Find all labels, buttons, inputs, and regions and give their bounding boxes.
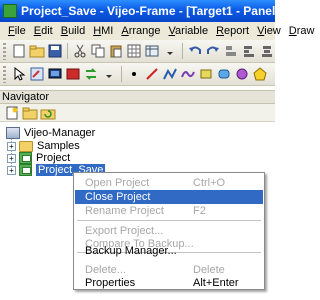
drawing-toolbar: A	[0, 63, 275, 86]
paste-icon[interactable]	[108, 43, 124, 59]
align-center-icon[interactable]	[259, 43, 275, 59]
toolbar-separator	[182, 43, 183, 59]
line-tool-icon[interactable]	[144, 66, 160, 82]
menu-draw[interactable]: Draw	[285, 25, 319, 37]
menu-hmi[interactable]: HMI	[89, 25, 117, 37]
menu-item-shortcut: Delete	[193, 264, 225, 276]
expand-icon[interactable]: +	[7, 165, 16, 175]
table-icon[interactable]	[144, 43, 160, 59]
redo-icon[interactable]	[205, 43, 221, 59]
new-file-icon[interactable]	[11, 43, 27, 59]
menu-item-label: Backup Manager...	[85, 245, 177, 257]
menu-item-label: Delete...	[85, 264, 126, 276]
undo-icon[interactable]	[187, 43, 203, 59]
menu-item-shortcut: F2	[193, 205, 206, 217]
menu-item-label: Open Project	[85, 177, 150, 189]
menu-variable[interactable]: Variable	[165, 25, 213, 37]
toolbar-separator	[67, 43, 68, 59]
menu-item-label: Properties	[85, 277, 136, 289]
align-left-icon[interactable]	[241, 43, 257, 59]
copy-icon[interactable]	[90, 43, 106, 59]
navigator-title: Navigator	[0, 90, 275, 104]
dropdown-arrow-icon[interactable]	[101, 66, 117, 82]
standard-toolbar	[0, 40, 275, 63]
cut-icon[interactable]	[72, 43, 88, 59]
refresh-folder-icon[interactable]	[40, 105, 56, 121]
red-object-icon[interactable]	[65, 66, 81, 82]
toolbar-grip[interactable]	[3, 65, 6, 83]
menu-item-close-project[interactable]: Close Project	[75, 190, 263, 204]
window-titlebar[interactable]: Project_Save - Vijeo-Frame - [Target1 - …	[0, 0, 275, 22]
window-title: Project_Save - Vijeo-Frame - [Target1 - …	[21, 4, 275, 18]
menu-item-open-project[interactable]: Open Project Ctrl+O	[75, 176, 263, 190]
menu-bar: File Edit Build HMI Arrange Variable Rep…	[0, 22, 314, 40]
workstation-icon	[6, 127, 20, 139]
save-icon[interactable]	[47, 43, 63, 59]
polyline-tool-icon[interactable]	[162, 66, 178, 82]
dropdown-arrow-icon[interactable]	[270, 66, 275, 82]
menu-item-properties[interactable]: Properties Alt+Enter	[75, 276, 263, 290]
folder-icon	[19, 140, 33, 152]
app-icon	[3, 4, 17, 18]
tree-item-root[interactable]: Vijeo-Manager	[6, 126, 95, 140]
menu-item-label: Export Project...	[85, 225, 164, 237]
menu-item-export-project[interactable]: Export Project...	[75, 224, 263, 238]
menu-item-rename-project[interactable]: Rename Project F2	[75, 204, 263, 218]
menu-report[interactable]: Report	[212, 25, 253, 37]
menu-file[interactable]: File	[4, 25, 30, 37]
expand-icon[interactable]: +	[7, 141, 16, 151]
menu-separator	[77, 220, 261, 221]
edit-tool-icon[interactable]	[29, 66, 45, 82]
tree-item-label: Vijeo-Manager	[24, 127, 96, 139]
menu-view[interactable]: View	[253, 25, 285, 37]
dropdown-arrow-icon[interactable]	[162, 43, 178, 59]
dot-tool-icon[interactable]	[126, 66, 142, 82]
new-project-icon[interactable]	[4, 105, 20, 121]
align-icon[interactable]	[223, 43, 239, 59]
open-project-icon[interactable]	[22, 105, 38, 121]
menu-item-backup-manager[interactable]: Backup Manager...	[75, 244, 263, 258]
open-folder-icon[interactable]	[29, 43, 45, 59]
swap-icon[interactable]	[83, 66, 99, 82]
menu-item-delete[interactable]: Delete... Delete	[75, 263, 263, 277]
polygon-tool-icon[interactable]	[252, 66, 268, 82]
menu-item-label: Rename Project	[85, 205, 164, 217]
select-arrow-icon[interactable]	[11, 66, 27, 82]
navigator-toolbar	[0, 104, 275, 122]
menu-edit[interactable]: Edit	[30, 25, 57, 37]
rectangle-tool-icon[interactable]	[198, 66, 214, 82]
menu-item-label: Close Project	[85, 191, 151, 203]
rounded-rect-tool-icon[interactable]	[216, 66, 232, 82]
menu-build[interactable]: Build	[57, 25, 89, 37]
circle-tool-icon[interactable]	[234, 66, 250, 82]
toolbar-separator	[121, 66, 122, 82]
menu-arrange[interactable]: Arrange	[117, 25, 164, 37]
screen-tool-icon[interactable]	[47, 66, 63, 82]
context-menu: Open Project Ctrl+O Close Project Rename…	[73, 172, 265, 290]
expand-icon[interactable]: +	[7, 153, 16, 163]
menu-item-shortcut: Alt+Enter	[193, 277, 239, 289]
curve-tool-icon[interactable]	[180, 66, 196, 82]
project-icon	[19, 164, 32, 176]
menu-item-shortcut: Ctrl+O	[193, 177, 226, 189]
grid-icon[interactable]	[126, 43, 142, 59]
toolbar-grip[interactable]	[3, 42, 6, 60]
